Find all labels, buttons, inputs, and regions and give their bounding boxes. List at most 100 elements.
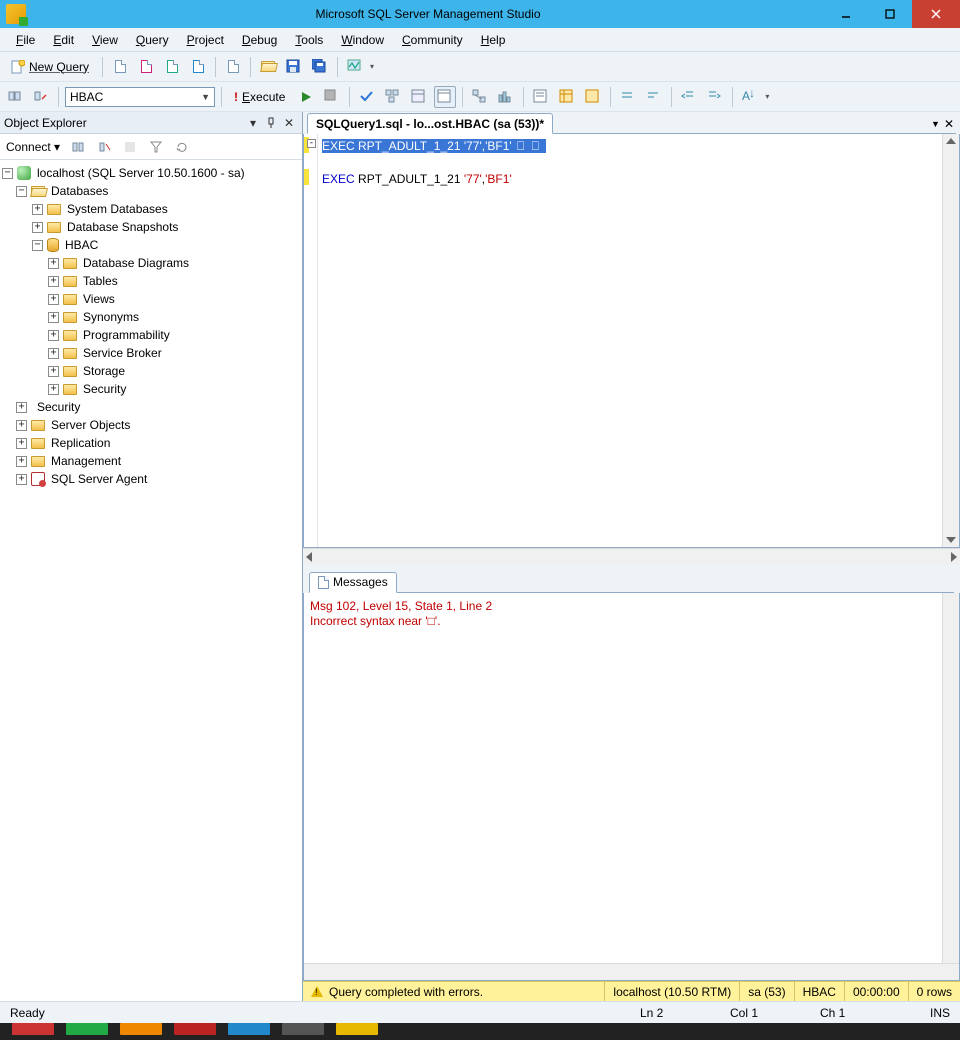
active-files-icon[interactable]: ▼ — [931, 119, 940, 129]
new-mdx-query-icon[interactable] — [135, 56, 157, 78]
vertical-scrollbar[interactable] — [942, 593, 959, 963]
maximize-button[interactable] — [868, 0, 912, 28]
tree-views[interactable]: Views — [79, 292, 115, 306]
vertical-scrollbar[interactable] — [942, 134, 959, 547]
expand-toggle[interactable]: + — [16, 438, 27, 449]
menu-window[interactable]: Window — [333, 30, 392, 50]
tree-databases[interactable]: Databases — [47, 184, 108, 198]
actual-plan-icon[interactable] — [469, 86, 491, 108]
oe-disconnect-icon[interactable] — [94, 137, 114, 157]
specify-template-icon[interactable]: A↓ — [739, 86, 761, 108]
expand-toggle[interactable]: + — [32, 222, 43, 233]
query-editor[interactable]: - EXEC RPT_ADULT_1_21 '77','BF1' ⎕ ⎕ EXE… — [303, 134, 960, 548]
query-options-icon[interactable] — [408, 86, 430, 108]
pin-icon[interactable] — [262, 115, 280, 131]
menu-file[interactable]: File — [8, 30, 43, 50]
horizontal-scrollbar[interactable] — [303, 548, 960, 565]
close-panel-icon[interactable]: ✕ — [280, 115, 298, 131]
tree-management[interactable]: Management — [47, 454, 121, 468]
debug-icon[interactable] — [295, 86, 317, 108]
menu-edit[interactable]: Edit — [45, 30, 82, 50]
minimize-button[interactable] — [824, 0, 868, 28]
expand-toggle[interactable]: + — [48, 312, 59, 323]
expand-toggle[interactable]: + — [48, 330, 59, 341]
expand-toggle[interactable]: − — [32, 240, 43, 251]
uncomment-icon[interactable] — [643, 86, 665, 108]
expand-toggle[interactable]: + — [16, 474, 27, 485]
menu-community[interactable]: Community — [394, 30, 471, 50]
connect-dropdown[interactable]: Connect ▾ — [4, 138, 62, 156]
oe-connect-icon[interactable] — [68, 137, 88, 157]
tree-hbac[interactable]: HBAC — [61, 238, 98, 252]
menu-project[interactable]: Project — [179, 30, 232, 50]
oe-filter-icon[interactable] — [146, 137, 166, 157]
window-position-icon[interactable]: ▾ — [244, 115, 262, 131]
tree-db-diagrams[interactable]: Database Diagrams — [79, 256, 189, 270]
menu-help[interactable]: Help — [473, 30, 514, 50]
messages-tab[interactable]: Messages — [309, 572, 397, 593]
results-grid-icon[interactable] — [556, 86, 578, 108]
expand-toggle[interactable]: + — [48, 258, 59, 269]
intellisense-icon[interactable] — [434, 86, 456, 108]
code-area[interactable]: EXEC RPT_ADULT_1_21 '77','BF1' ⎕ ⎕ EXEC … — [318, 134, 942, 547]
change-connection-icon[interactable] — [30, 86, 52, 108]
fold-toggle[interactable]: - — [307, 139, 316, 148]
expand-toggle[interactable]: + — [48, 276, 59, 287]
comment-icon[interactable] — [617, 86, 639, 108]
outdent-icon[interactable] — [678, 86, 700, 108]
new-xmla-query-icon[interactable] — [187, 56, 209, 78]
database-selector[interactable]: HBAC ▼ — [65, 87, 215, 107]
menu-tools[interactable]: Tools — [287, 30, 331, 50]
results-text-icon[interactable] — [530, 86, 552, 108]
tree-storage[interactable]: Storage — [79, 364, 125, 378]
tree-server-objects[interactable]: Server Objects — [47, 418, 130, 432]
expand-toggle[interactable]: + — [48, 348, 59, 359]
horizontal-scrollbar[interactable] — [304, 963, 959, 980]
tree-replication[interactable]: Replication — [47, 436, 110, 450]
expand-toggle[interactable]: + — [16, 420, 27, 431]
expand-toggle[interactable]: + — [48, 366, 59, 377]
tree-tables[interactable]: Tables — [79, 274, 118, 288]
messages-panel[interactable]: Msg 102, Level 15, State 1, Line 2 Incor… — [303, 593, 960, 981]
menu-view[interactable]: View — [84, 30, 126, 50]
expand-toggle[interactable]: + — [48, 294, 59, 305]
menu-query[interactable]: Query — [128, 30, 177, 50]
tree-server-label[interactable]: localhost (SQL Server 10.50.1600 - sa) — [33, 166, 245, 180]
tree-db-security[interactable]: Security — [79, 382, 126, 396]
connect-icon[interactable] — [4, 86, 26, 108]
tree-synonyms[interactable]: Synonyms — [79, 310, 139, 324]
tree-system-dbs[interactable]: System Databases — [63, 202, 168, 216]
new-project-icon[interactable] — [222, 56, 244, 78]
stop-icon[interactable] — [321, 86, 343, 108]
indent-icon[interactable] — [704, 86, 726, 108]
tree-service-broker[interactable]: Service Broker — [79, 346, 162, 360]
activity-monitor-icon[interactable] — [344, 56, 366, 78]
tree-programmability[interactable]: Programmability — [79, 328, 170, 342]
expand-toggle[interactable]: + — [32, 204, 43, 215]
menu-debug[interactable]: Debug — [234, 30, 285, 50]
expand-toggle[interactable]: − — [16, 186, 27, 197]
open-file-icon[interactable] — [257, 56, 279, 78]
new-dmx-query-icon[interactable] — [161, 56, 183, 78]
estimated-plan-icon[interactable] — [382, 86, 404, 108]
close-document-icon[interactable]: ✕ — [944, 117, 954, 131]
expand-toggle[interactable]: + — [48, 384, 59, 395]
document-tab[interactable]: SQLQuery1.sql - lo...ost.HBAC (sa (53))* — [307, 113, 553, 134]
expand-toggle[interactable]: + — [16, 456, 27, 467]
new-query-button[interactable]: New Query — [4, 57, 96, 77]
tree-security[interactable]: Security — [33, 400, 80, 414]
object-explorer-tree[interactable]: −localhost (SQL Server 10.50.1600 - sa) … — [0, 160, 302, 1001]
expand-toggle[interactable]: + — [16, 402, 27, 413]
save-icon[interactable] — [283, 56, 305, 78]
tree-sql-agent[interactable]: SQL Server Agent — [47, 472, 147, 486]
close-button[interactable] — [912, 0, 960, 28]
parse-icon[interactable] — [356, 86, 378, 108]
save-all-icon[interactable] — [309, 56, 331, 78]
execute-button[interactable]: ! Execute — [228, 89, 291, 105]
client-stats-icon[interactable] — [495, 86, 517, 108]
expand-toggle[interactable]: − — [2, 168, 13, 179]
tree-db-snapshots[interactable]: Database Snapshots — [63, 220, 178, 234]
new-de-query-icon[interactable] — [109, 56, 131, 78]
results-file-icon[interactable] — [582, 86, 604, 108]
oe-refresh-icon[interactable] — [172, 137, 192, 157]
